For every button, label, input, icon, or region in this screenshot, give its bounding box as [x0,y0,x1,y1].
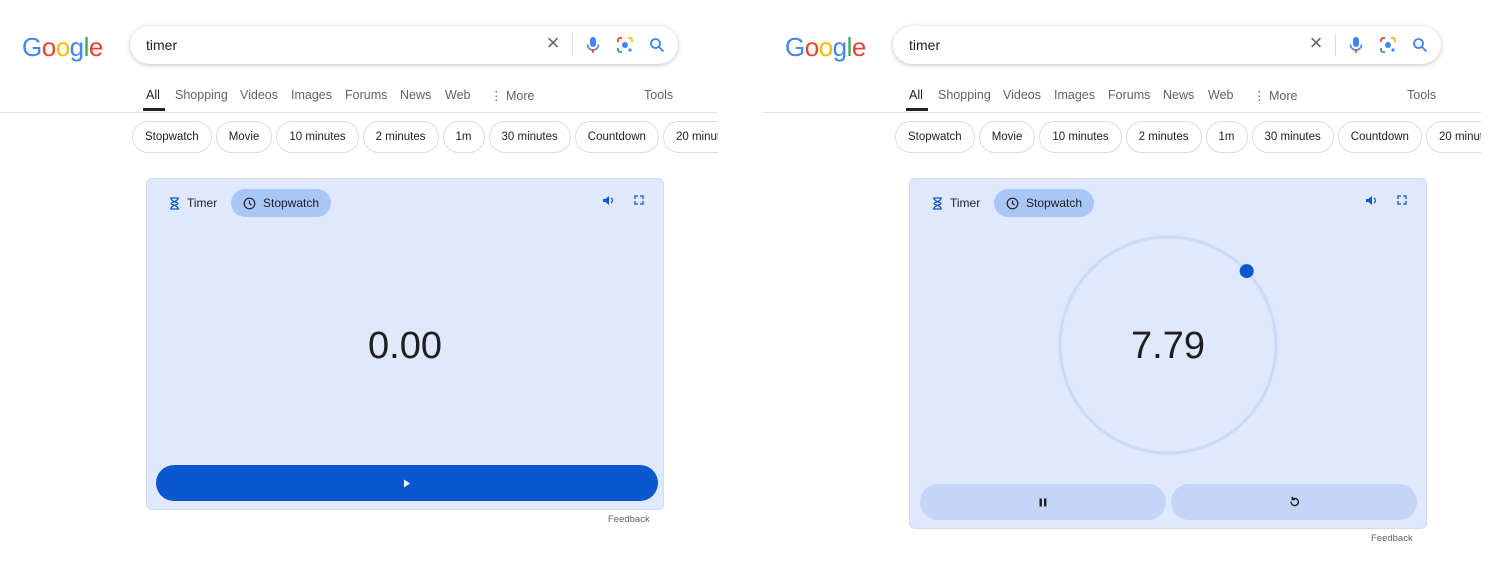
tab-web[interactable]: Web [445,88,470,102]
chip-20-minutes[interactable]: 20 minute [662,121,718,153]
tools-button[interactable]: Tools [1407,88,1436,102]
tab-all[interactable]: All [909,88,923,102]
elapsed-time: 0.00 [368,325,442,367]
chip-movie[interactable]: Movie [215,121,273,153]
stopwatch-icon [243,197,256,210]
tab-all[interactable]: All [146,88,160,102]
search-input[interactable]: timer [146,37,177,53]
microphone-icon[interactable] [1345,34,1367,56]
chip-10-minutes[interactable]: 10 minutes [276,121,359,153]
chip-countdown[interactable]: Countdown [574,121,659,153]
chip-2-minutes[interactable]: 2 minutes [362,121,439,153]
google-logo[interactable]: Google [22,32,103,63]
chip-stopwatch[interactable]: Stopwatch [132,121,212,153]
clear-icon[interactable]: × [542,30,564,55]
chip-20-minutes[interactable]: 20 minute [1425,121,1481,153]
google-logo[interactable]: Google [785,32,866,63]
tab-web[interactable]: Web [1208,88,1233,102]
timer-tab[interactable]: Timer [157,189,229,217]
hourglass-icon [169,196,180,210]
lens-icon[interactable] [1377,34,1399,56]
pause-icon [1039,498,1047,507]
left-panel: Google timer × All Shopping Videos Image… [0,0,740,587]
clear-icon[interactable]: × [1305,30,1327,55]
tab-videos[interactable]: Videos [1003,88,1041,102]
tab-more[interactable]: ⋮ More [490,88,534,103]
stopwatch-tab[interactable]: Stopwatch [231,189,332,217]
tab-videos[interactable]: Videos [240,88,278,102]
fullscreen-icon[interactable] [634,195,644,208]
suggestion-chips: Stopwatch Movie 10 minutes 2 minutes 1m 30 mi… [895,121,1481,155]
stopwatch-tab[interactable]: Stopwatch [994,189,1095,217]
chip-1m[interactable]: 1m [1205,121,1248,153]
volume-icon[interactable] [602,195,614,209]
start-button[interactable] [156,465,658,501]
search-icon[interactable] [646,34,668,56]
stopwatch-icon [1006,197,1019,210]
chip-2-minutes[interactable]: 2 minutes [1125,121,1202,153]
tabs-divider [763,112,1481,113]
reset-icon [1289,496,1300,508]
active-tab-indicator [143,108,165,111]
search-tabs: All Shopping Videos Images Forums News W… [146,86,740,112]
chip-stopwatch[interactable]: Stopwatch [895,121,975,153]
search-box[interactable]: timer × [130,26,678,64]
tabs-divider [0,112,718,113]
feedback-link[interactable]: Feedback [1371,533,1413,544]
play-icon [403,479,411,488]
search-icon[interactable] [1409,34,1431,56]
more-dots-icon: ⋮ [1253,89,1269,103]
pause-button[interactable] [920,484,1166,520]
tab-more[interactable]: ⋮ More [1253,88,1297,103]
tab-news[interactable]: News [400,88,431,102]
tab-forums[interactable]: Forums [1108,88,1150,102]
reset-button[interactable] [1171,484,1417,520]
hourglass-icon [932,196,943,210]
chip-1m[interactable]: 1m [442,121,485,153]
tools-button[interactable]: Tools [644,88,673,102]
chip-countdown[interactable]: Countdown [1337,121,1422,153]
volume-icon[interactable] [1365,195,1377,209]
chip-movie[interactable]: Movie [978,121,1036,153]
elapsed-time: 7.79 [1131,325,1205,367]
search-tabs: All Shopping Videos Images Forums News W… [909,86,1500,112]
search-input[interactable]: timer [909,37,940,53]
search-box[interactable]: timer × [893,26,1441,64]
tab-forums[interactable]: Forums [345,88,387,102]
search-divider [1335,34,1336,56]
stopwatch-card: Timer Stopwatch 7.79 [909,178,1427,529]
chip-10-minutes[interactable]: 10 minutes [1039,121,1122,153]
tab-images[interactable]: Images [291,88,332,102]
fullscreen-icon[interactable] [1397,195,1407,208]
stopwatch-card: Timer Stopwatch 0.00 [146,178,664,510]
suggestion-chips: Stopwatch Movie 10 minutes 2 minutes 1m 30 mi… [132,121,718,155]
chip-30-minutes[interactable]: 30 minutes [1251,121,1334,153]
chip-30-minutes[interactable]: 30 minutes [488,121,571,153]
tab-news[interactable]: News [1163,88,1194,102]
tab-shopping[interactable]: Shopping [175,88,228,102]
ring-progress-dot [1239,264,1254,279]
tab-shopping[interactable]: Shopping [938,88,991,102]
more-dots-icon: ⋮ [490,89,506,103]
microphone-icon[interactable] [582,34,604,56]
active-tab-indicator [906,108,928,111]
lens-icon[interactable] [614,34,636,56]
right-panel: Google timer × All Shopping Videos Image… [763,0,1500,587]
timer-tab[interactable]: Timer [920,189,992,217]
search-divider [572,34,573,56]
feedback-link[interactable]: Feedback [608,514,650,525]
tab-images[interactable]: Images [1054,88,1095,102]
